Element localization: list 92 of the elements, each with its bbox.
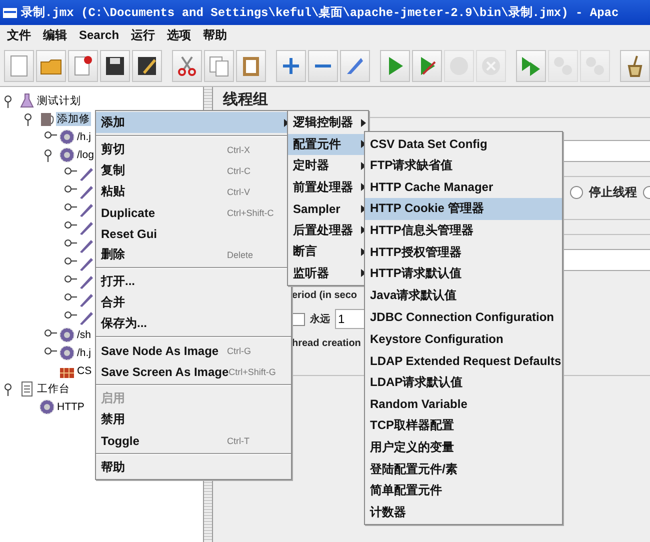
gear-icon [59, 129, 75, 145]
submenu-item[interactable]: LDAP请求默认值 [365, 372, 562, 394]
context-menu-item[interactable]: 剪切 Ctrl-X [96, 139, 291, 160]
submenu-item[interactable]: HTTP Cache Manager [365, 176, 562, 198]
pen-icon [79, 219, 95, 235]
submenu-item[interactable]: HTTP Cookie 管理器 [365, 198, 562, 220]
shortcut-label: Ctrl-G [227, 346, 252, 356]
radio-button[interactable] [570, 186, 583, 198]
context-menu-item[interactable]: 保存为... [96, 313, 291, 334]
submenu-item[interactable]: 简单配置元件 [365, 480, 562, 502]
context-menu-item[interactable]: Save Node As Image Ctrl-G [96, 340, 291, 361]
menu-item[interactable]: 选项 [162, 26, 196, 44]
tree-node-label[interactable]: /log [76, 149, 95, 161]
tree-node-label[interactable]: 测试计划 [36, 94, 82, 108]
shortcut-label: Ctrl+Shift-C [227, 208, 275, 218]
context-menu-item[interactable]: 合并 [96, 292, 291, 313]
clipboard-icon [19, 381, 35, 397]
submenu-item[interactable]: Java请求默认值 [365, 284, 562, 306]
context-menu-item[interactable]: 删除 Delete [96, 244, 291, 265]
tree-node-label[interactable]: /h.j [76, 347, 92, 359]
checkbox[interactable] [292, 312, 305, 326]
submenu-item[interactable]: 逻辑控制器 [288, 112, 368, 134]
shortcut-label: Delete [227, 250, 254, 260]
submenu-item[interactable]: LDAP Extended Request Defaults [365, 350, 562, 372]
tree-node-label[interactable]: HTTP [56, 401, 86, 413]
copy-icon [207, 54, 231, 78]
window-title: 录制.jmx (C:\Documents and Settings\keful\桌面\apache-jmeter-2.9\bin\录制.jmx) - Apac [21, 4, 619, 21]
pen-icon [79, 201, 95, 217]
submenu-item[interactable]: JDBC Connection Configuration [365, 306, 562, 328]
context-menu-item[interactable]: 禁用 [96, 409, 291, 430]
submenu-item[interactable]: Keystore Configuration [365, 328, 562, 350]
shortcut-label: Ctrl-T [227, 436, 250, 446]
submenu-item[interactable]: Random Variable [365, 393, 562, 415]
menu-item[interactable]: 编辑 [38, 26, 72, 44]
pen-icon [79, 237, 95, 253]
tree-node-label[interactable]: /sh [76, 329, 92, 341]
context-menu-item[interactable]: Toggle Ctrl-T [96, 430, 291, 451]
checkbox-label: 永远 [310, 312, 330, 326]
menu-item[interactable]: 运行 [126, 26, 160, 44]
pen-icon [79, 183, 95, 199]
context-menu-item[interactable]: 粘贴 Ctrl-V [96, 181, 291, 202]
toolbar-button[interactable] [412, 50, 442, 82]
gear-icon [39, 399, 55, 415]
gear-icon [59, 327, 75, 343]
submenu-item[interactable]: HTTP信息头管理器 [365, 220, 562, 242]
pen-icon [79, 309, 95, 325]
tree-node-label[interactable]: 添加修 [56, 112, 91, 126]
submenu-item[interactable]: HTTP请求默认值 [365, 263, 562, 285]
shortcut-label: Ctrl-X [227, 144, 251, 154]
shortcut-label: Ctrl-V [227, 186, 251, 196]
submenu-item[interactable]: HTTP授权管理器 [365, 241, 562, 264]
java-window-icon [3, 8, 17, 18]
submenu-item[interactable]: 计数器 [365, 502, 562, 524]
field-label: eriod (in seco [292, 290, 358, 300]
text-field[interactable] [562, 249, 650, 271]
context-menu-item[interactable]: 打开... [96, 271, 291, 292]
gear-icon [59, 147, 75, 163]
pen-icon [79, 255, 95, 271]
submenu-item[interactable]: TCP取样器配置 [365, 414, 562, 437]
submenu-item[interactable]: CSV Data Set Config [365, 133, 562, 155]
context-menu-item[interactable]: Save Screen As ImageCtrl+Shift-G [96, 361, 291, 382]
context-menu-item[interactable]: Duplicate Ctrl+Shift-C [96, 202, 291, 223]
minus-icon [315, 64, 331, 68]
toolbar-button[interactable] [172, 50, 202, 82]
tree-node-label[interactable]: /h.j [76, 131, 92, 143]
toolbar-button[interactable] [68, 50, 98, 82]
submenu-item[interactable]: FTP请求缺省值 [365, 154, 562, 176]
flask-icon [19, 93, 35, 109]
tree-node-label[interactable]: CS [76, 365, 93, 377]
menu-item[interactable]: 帮助 [198, 26, 232, 44]
radio-label: 停止线程 [589, 184, 637, 200]
pen-icon [79, 273, 95, 289]
submenu-item[interactable]: 用户定义的变量 [365, 436, 562, 458]
field-label: hread creation [292, 338, 361, 348]
toolbar-button[interactable] [100, 50, 130, 82]
shortcut-label: Ctrl-C [227, 166, 252, 176]
tree-node-label[interactable]: 工作台 [36, 382, 71, 396]
pen-icon [79, 291, 95, 307]
toolbar-button[interactable] [132, 50, 162, 82]
context-menu-item[interactable]: 复制 Ctrl-C [96, 160, 291, 181]
gear-icon [59, 345, 75, 361]
pen-icon [79, 165, 95, 181]
scissors-icon [175, 54, 199, 78]
shortcut-label: Ctrl+Shift-G [228, 366, 277, 376]
context-menu-item[interactable]: 帮助 [96, 457, 291, 478]
submenu-item[interactable]: 登陆配置元件/素 [365, 458, 562, 480]
context-menu-item[interactable]: Reset Gui [96, 223, 291, 244]
name-field[interactable] [562, 140, 650, 162]
panel-title: 线程组 [223, 90, 268, 109]
input-field[interactable]: 1 [335, 309, 367, 329]
menu-item[interactable]: 文件 [2, 26, 36, 44]
menu-item[interactable]: Search [74, 28, 124, 42]
